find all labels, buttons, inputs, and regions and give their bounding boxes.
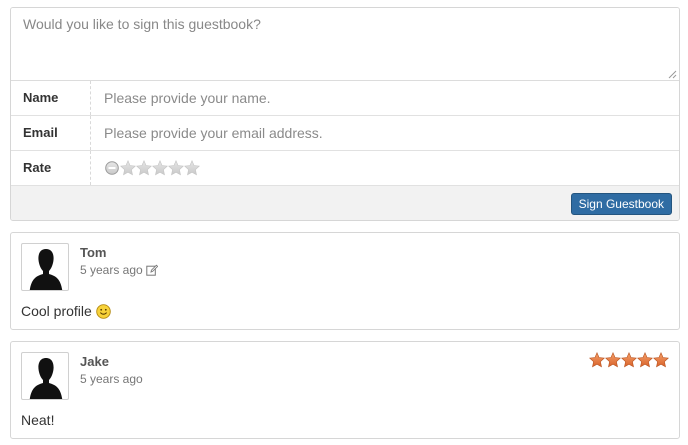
entry-message: Neat! (21, 412, 54, 428)
rate-label: Rate (11, 151, 91, 185)
rating-star-5-icon[interactable] (184, 160, 200, 176)
name-input[interactable] (92, 81, 678, 115)
star-filled-icon (605, 352, 621, 368)
email-input[interactable] (92, 116, 678, 150)
guestbook-entry: Tom 5 years ago Cool profile (10, 232, 680, 330)
guestbook-entry: Jake 5 years ago Neat! (10, 341, 680, 439)
avatar[interactable] (21, 243, 69, 291)
star-filled-icon (653, 352, 669, 368)
entry-rating (589, 352, 669, 368)
entry-time: 5 years ago (80, 372, 143, 386)
rating-star-3-icon[interactable] (152, 160, 168, 176)
rating-star-1-icon[interactable] (120, 160, 136, 176)
sign-guestbook-button[interactable]: Sign Guestbook (570, 193, 672, 215)
entry-text: Neat! (21, 412, 55, 428)
rating-input[interactable] (105, 159, 200, 177)
entry-text: Cool profile (21, 303, 92, 319)
email-row: Email (11, 116, 679, 151)
rating-cancel-icon[interactable] (105, 161, 119, 175)
entry-message: Cool profile (21, 303, 111, 319)
star-filled-icon (637, 352, 653, 368)
entry-meta: 5 years ago (80, 263, 158, 277)
star-filled-icon (621, 352, 637, 368)
message-textarea[interactable] (11, 8, 679, 81)
entry-meta: 5 years ago (80, 372, 143, 386)
entry-author[interactable]: Tom (80, 245, 106, 260)
entry-time: 5 years ago (80, 263, 143, 277)
rating-star-2-icon[interactable] (136, 160, 152, 176)
rate-row: Rate (11, 151, 679, 186)
name-row: Name (11, 81, 679, 116)
resize-grip-icon[interactable] (668, 70, 677, 79)
email-label: Email (11, 116, 91, 150)
rating-star-4-icon[interactable] (168, 160, 184, 176)
edit-icon[interactable] (146, 264, 158, 276)
star-filled-icon (589, 352, 605, 368)
guestbook-form: Name Email Rate Sign Guestbook (10, 7, 680, 221)
smiley-icon (96, 303, 111, 319)
avatar[interactable] (21, 352, 69, 400)
form-footer: Sign Guestbook (11, 186, 679, 220)
entry-author[interactable]: Jake (80, 354, 109, 369)
name-label: Name (11, 81, 91, 115)
user-silhouette-icon (22, 244, 69, 291)
user-silhouette-icon (22, 353, 69, 400)
